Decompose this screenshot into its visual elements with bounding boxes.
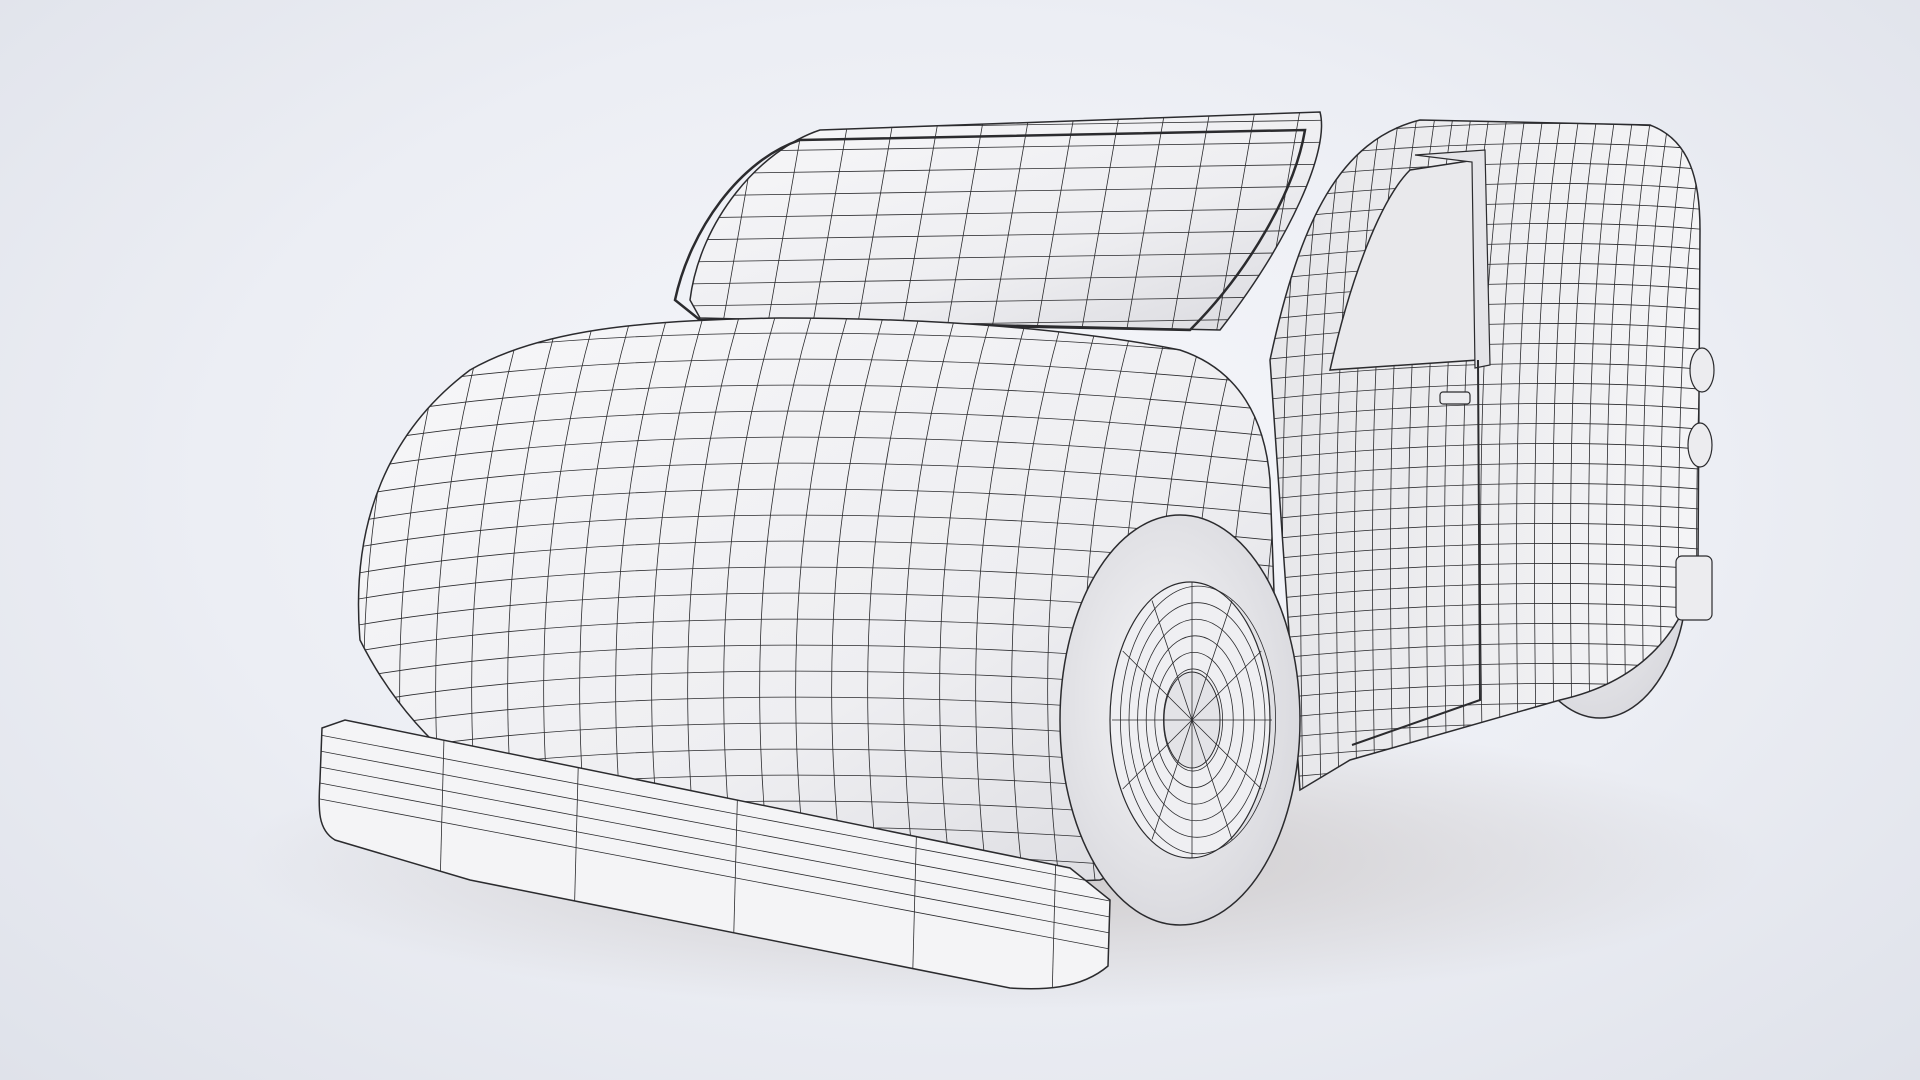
door-handle: [1439, 391, 1471, 405]
render-viewport: [240, 111, 1760, 1010]
van-side-panel: [1269, 119, 1701, 792]
van-roof: [689, 111, 1323, 331]
front-wheel: [1059, 514, 1301, 926]
